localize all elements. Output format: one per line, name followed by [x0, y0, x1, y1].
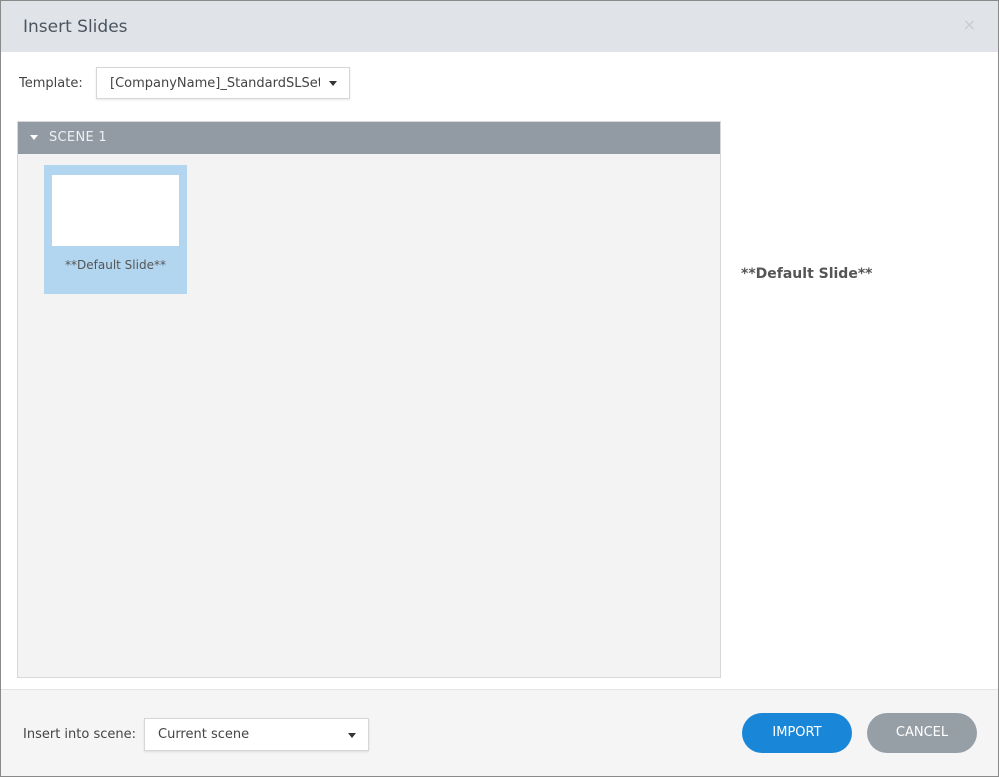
preview-title: **Default Slide** [741, 266, 873, 282]
close-icon[interactable]: × [963, 15, 976, 34]
collapse-triangle-icon[interactable] [30, 135, 38, 140]
chevron-down-icon [348, 733, 356, 738]
template-dropdown[interactable]: [CompanyName]_StandardSLSet [96, 67, 350, 99]
chevron-down-icon [329, 81, 337, 86]
slide-caption: **Default Slide** [65, 258, 166, 272]
scene-name: SCENE 1 [49, 130, 107, 145]
insert-scene-value: Current scene [158, 727, 250, 742]
slide-thumbnail[interactable]: **Default Slide** [44, 165, 187, 294]
insert-into-scene-label: Insert into scene: [23, 727, 136, 742]
import-button[interactable]: IMPORT [742, 713, 852, 753]
slides-panel: SCENE 1 **Default Slide** [17, 121, 721, 678]
cancel-button[interactable]: CANCEL [867, 713, 977, 753]
dialog-titlebar: Insert Slides × [1, 1, 998, 52]
template-label: Template: [19, 76, 83, 91]
insert-scene-dropdown[interactable]: Current scene [144, 718, 369, 751]
scene-header[interactable]: SCENE 1 [18, 122, 720, 154]
slide-preview-image [52, 175, 179, 246]
template-value: [CompanyName]_StandardSLSet [110, 76, 320, 91]
dialog-footer: Insert into scene: Current scene IMPORT … [1, 689, 998, 776]
dialog-title: Insert Slides [23, 17, 128, 37]
